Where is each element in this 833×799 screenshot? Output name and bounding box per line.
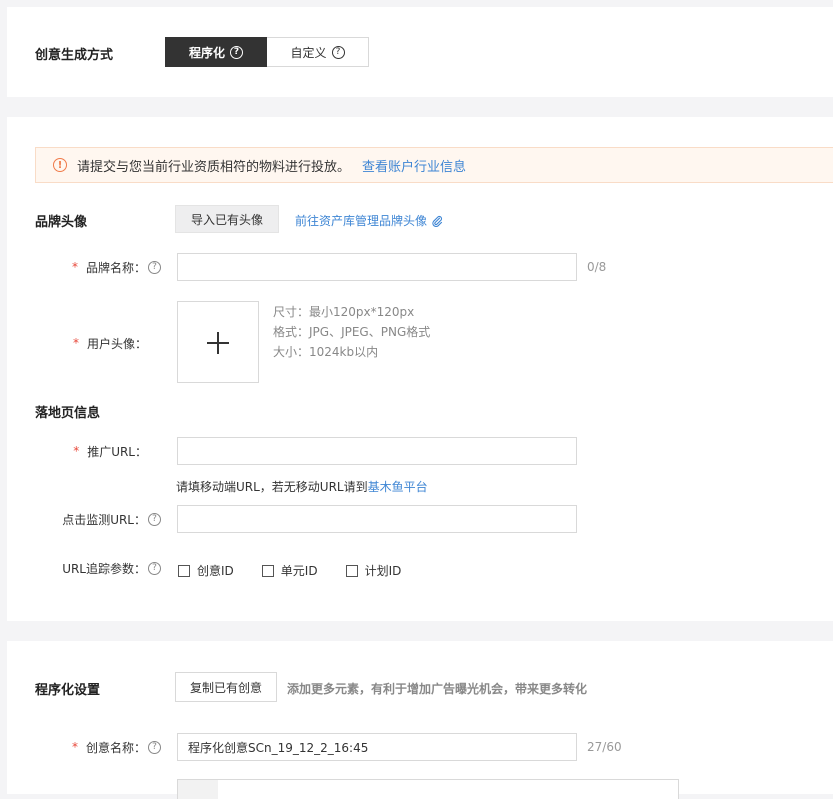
user-avatar-label: 用户头像： [86,336,147,351]
custom-option[interactable]: 自定义 ? [267,37,369,67]
promo-url-label: 推广URL： [87,444,147,459]
brand-name-label-wrap: * 品牌名称： ? [67,257,161,277]
required-mark: * [71,740,78,754]
monitor-url-label: 点击监测URL： [62,512,146,527]
checkbox[interactable] [345,564,358,577]
tracking-unit-id[interactable]: 单元ID [261,562,318,579]
programmatic-settings-card: 程序化设置 复制已有创意 添加更多元素，有利于增加广告曝光机会，带来更多转化 *… [7,641,833,799]
creative-name-label: 创意名称： [85,740,146,755]
alert-message: 请提交与您当前行业资质相符的物料进行投放。 [77,159,351,175]
import-avatar-button[interactable]: 导入已有头像 [175,205,279,233]
required-mark: * [73,444,80,458]
checkbox[interactable] [261,564,274,577]
brand-name-counter: 0/8 [587,260,607,274]
help-icon[interactable]: ? [230,45,243,59]
checkbox[interactable] [178,564,190,577]
paperclip-icon [432,215,443,227]
manage-avatar-link-wrap[interactable]: 前往资产库管理品牌头像 [295,212,443,229]
programmatic-settings-title: 程序化设置 [35,683,101,698]
tracking-params-label: URL追踪参数： [62,561,146,576]
tracking-params-label-wrap: URL追踪参数： ? [47,558,161,578]
help-icon[interactable]: ? [148,561,161,575]
tracking-creative-id[interactable]: 创意ID [178,562,234,579]
required-mark: * [72,336,79,350]
monitor-url-label-wrap: 点击监测URL： ? [47,509,161,529]
user-avatar-label-wrap: * 用户头像： [67,333,147,353]
avatar-upload-box[interactable] [177,301,259,383]
next-field-prefix [178,780,218,799]
brand-landing-card: ! 请提交与您当前行业资质相符的物料进行投放。 查看账户行业信息 品牌头像 导入… [7,117,833,621]
generation-mode-toggle: 程序化 ? 自定义 ? [165,37,369,67]
programmatic-option-label: 程序化 [188,45,225,60]
programmatic-hint: 添加更多元素，有利于增加广告曝光机会，带来更多转化 [287,682,588,696]
plus-icon-vertical [217,332,219,354]
promo-url-hint-text: 请填移动端URL，若无移动URL请到 [176,480,368,494]
custom-option-label: 自定义 [290,45,327,60]
required-mark: * [71,260,78,274]
tracking-params-group: 创意ID 单元ID 计划ID [178,562,429,579]
brand-name-input[interactable] [177,253,577,281]
tracking-plan-id[interactable]: 计划ID [345,562,402,579]
help-icon[interactable]: ? [331,45,345,59]
programmatic-option[interactable]: 程序化 ? [165,37,267,67]
monitor-url-input[interactable] [177,505,577,533]
avatar-spec-size: 尺寸：最小120px*120px [273,305,415,319]
tracking-plan-id-label: 计划ID [364,564,402,578]
manage-brand-avatar-link[interactable]: 前往资产库管理品牌头像 [295,212,427,229]
creative-name-label-wrap: * 创意名称： ? [67,737,161,757]
help-icon[interactable]: ? [148,512,161,526]
landing-page-title: 落地页信息 [35,406,101,421]
promo-url-label-wrap: * 推广URL： [67,441,147,461]
jimuyu-platform-link[interactable]: 基木鱼平台 [368,480,428,494]
next-field-box[interactable] [177,779,679,799]
avatar-spec-format: 格式：JPG、JPEG、PNG格式 [273,325,431,339]
warning-icon: ! [53,158,67,172]
generation-mode-title: 创意生成方式 [35,48,114,63]
promo-url-input[interactable] [177,437,577,465]
creative-name-input[interactable] [177,733,577,761]
generation-mode-card: 创意生成方式 程序化 ? 自定义 ? [7,7,833,97]
copy-creative-button[interactable]: 复制已有创意 [175,672,277,702]
industry-alert: ! 请提交与您当前行业资质相符的物料进行投放。 查看账户行业信息 [35,147,833,183]
avatar-spec-filesize: 大小：1024kb以内 [273,345,379,359]
tracking-creative-id-label: 创意ID [197,564,234,578]
tracking-unit-id-label: 单元ID [280,564,318,578]
help-icon[interactable]: ? [148,740,161,754]
view-industry-info-link[interactable]: 查看账户行业信息 [362,156,466,175]
help-icon[interactable]: ? [148,260,161,274]
brand-name-label: 品牌名称： [85,260,146,275]
promo-url-hint: 请填移动端URL，若无移动URL请到基木鱼平台 [176,478,428,495]
creative-name-counter: 27/60 [587,740,622,754]
brand-avatar-title: 品牌头像 [35,215,88,230]
